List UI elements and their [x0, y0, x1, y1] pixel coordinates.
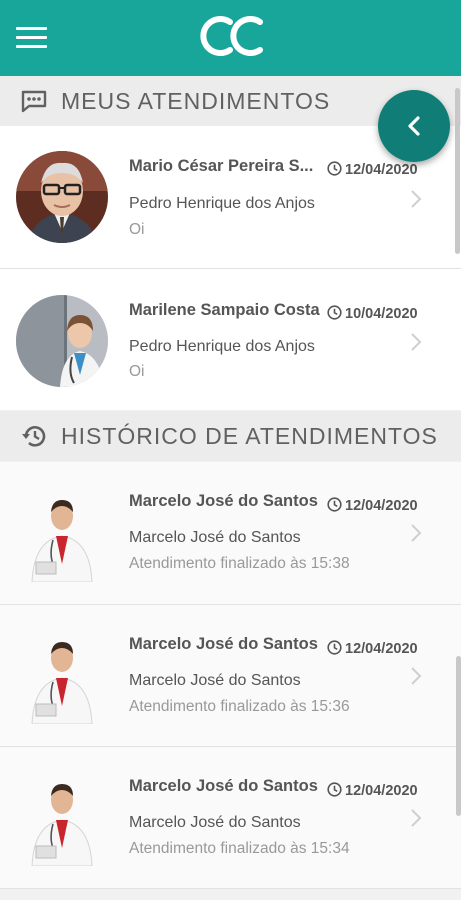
- item-date-text: 12/04/2020: [345, 162, 418, 178]
- doctor-avatar: [31, 500, 93, 582]
- item-subtitle: Pedro Henrique dos Anjos: [129, 338, 315, 355]
- item-date-text: 12/04/2020: [345, 641, 418, 657]
- item-subtitle: Pedro Henrique dos Anjos: [129, 195, 315, 212]
- chevron-right-icon: [411, 667, 422, 685]
- clock-icon: [327, 782, 342, 797]
- doctor-avatar: [31, 642, 93, 724]
- chat-bubble-icon: [21, 90, 47, 113]
- list-item[interactable]: Marcelo José do Santos 12/04/2020 Marcel…: [0, 462, 461, 604]
- item-name: Marcelo José do Santos: [129, 492, 318, 510]
- list-item[interactable]: Marcelo José do Santos 12/04/2020 Marcel…: [0, 605, 461, 746]
- item-date: 12/04/2020: [327, 640, 418, 657]
- clock-icon: [327, 497, 342, 512]
- section-header-history: HISTÓRICO DE ATENDIMENTOS: [0, 411, 461, 461]
- section-title-history: HISTÓRICO DE ATENDIMENTOS: [61, 423, 438, 449]
- item-message: Atendimento finalizado às 15:36: [129, 698, 350, 715]
- chevron-right-icon: [411, 333, 422, 351]
- clock-icon: [327, 640, 342, 655]
- clock-icon: [327, 305, 342, 320]
- item-date-text: 12/04/2020: [345, 783, 418, 799]
- item-subtitle: Marcelo José do Santos: [129, 814, 301, 831]
- item-message: Oi: [129, 363, 145, 380]
- item-date: 10/04/2020: [327, 305, 418, 322]
- item-message: Oi: [129, 221, 145, 238]
- avatar: [16, 295, 108, 387]
- chevron-left-icon: [408, 116, 420, 136]
- section-title-current: MEUS ATENDIMENTOS: [61, 88, 331, 114]
- scrollbar-thumb[interactable]: [456, 656, 461, 816]
- item-date: 12/04/2020: [327, 497, 418, 514]
- list-item[interactable]: Marilene Sampaio Costa 10/04/2020 Pedro …: [0, 269, 461, 410]
- divider: [0, 888, 461, 889]
- app-logo: [200, 16, 263, 56]
- item-date: 12/04/2020: [327, 161, 418, 178]
- item-subtitle: Marcelo José do Santos: [129, 672, 301, 689]
- clock-icon: [327, 161, 342, 176]
- chevron-right-icon: [411, 524, 422, 542]
- item-name: Marilene Sampaio Costa: [129, 301, 320, 319]
- item-date: 12/04/2020: [327, 782, 418, 799]
- app-bar: [0, 0, 461, 76]
- item-message: Atendimento finalizado às 15:34: [129, 840, 350, 857]
- item-subtitle: Marcelo José do Santos: [129, 529, 301, 546]
- history-icon: [22, 426, 46, 447]
- item-message: Atendimento finalizado às 15:38: [129, 555, 350, 572]
- item-name: Marcelo José do Santos: [129, 635, 318, 653]
- doctor-avatar: [31, 784, 93, 866]
- avatar: [16, 151, 108, 243]
- back-fab-button[interactable]: [378, 90, 450, 162]
- hamburger-menu-icon[interactable]: [16, 27, 48, 49]
- chevron-right-icon: [411, 809, 422, 827]
- item-date-text: 10/04/2020: [345, 306, 418, 322]
- chevron-right-icon: [411, 190, 422, 208]
- item-name: Mario César Pereira S...: [129, 157, 314, 175]
- scrollbar-thumb[interactable]: [455, 88, 460, 254]
- list-item[interactable]: Marcelo José do Santos 12/04/2020 Marcel…: [0, 747, 461, 888]
- item-date-text: 12/04/2020: [345, 498, 418, 514]
- item-name: Marcelo José do Santos: [129, 777, 318, 795]
